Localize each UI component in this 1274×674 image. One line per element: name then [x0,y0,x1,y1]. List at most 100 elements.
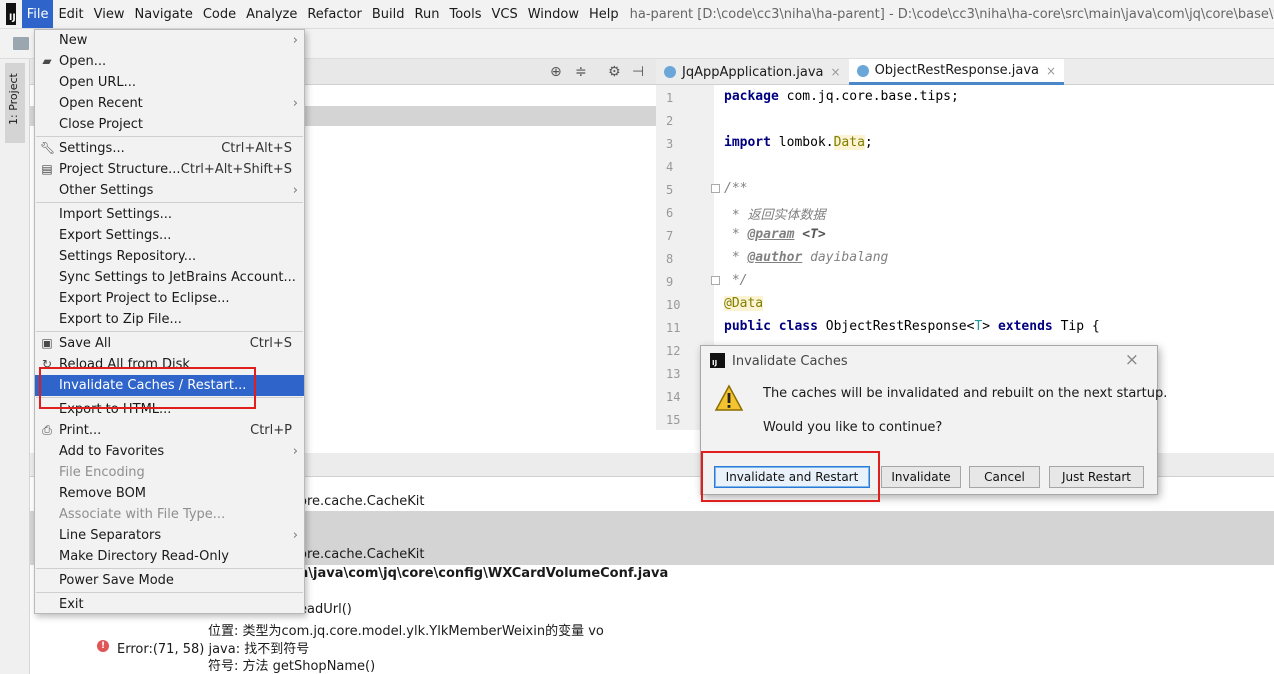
line-number: 12 [666,344,681,358]
menu-edit[interactable]: Edit [53,0,88,28]
menu-separator [36,202,303,203]
line-number: 8 [666,252,674,266]
save-all-icon: ▣ [41,336,53,350]
menu-item-add-favorites[interactable]: Add to Favorites › [35,441,304,462]
line-number: 4 [666,160,674,174]
menu-item-new[interactable]: New › [35,30,304,51]
collapse-all-icon[interactable]: ≑ [575,64,587,80]
code-line-9[interactable]: */ [724,273,748,288]
code-line-1[interactable]: package com.jq.core.base.tips; [724,89,959,104]
project-tool-tab[interactable]: 1: Project [5,63,25,143]
error-icon: ! [97,640,109,652]
menu-help[interactable]: Help [584,0,624,28]
menu-item-save-all[interactable]: ▣ Save All Ctrl+S [35,333,304,354]
code-line-7[interactable]: * @param <T> [724,227,826,242]
dialog-message: The caches will be invalidated and rebui… [763,386,1168,401]
submenu-arrow-icon: › [292,444,298,459]
menu-item-export-settings[interactable]: Export Settings... [35,225,304,246]
menu-analyze[interactable]: Analyze [241,0,302,28]
menu-code[interactable]: Code [198,0,241,28]
highlight-box-dialog-button [701,451,880,502]
line-number: 2 [666,114,674,128]
dialog-title: Invalidate Caches [732,354,848,369]
close-icon[interactable]: × [1125,350,1139,370]
message-file-path[interactable]: n\java\com\jq\core\config\WXCardVolumeCo… [299,566,668,581]
menu-item-power-save[interactable]: Power Save Mode [35,570,304,591]
line-number: 6 [666,206,674,220]
menu-item-import-settings[interactable]: Import Settings... [35,204,304,225]
fold-marker-icon[interactable] [711,184,720,193]
message-line[interactable]: 位置: 类型为com.jq.core.model.ylk.YlkMemberWe… [208,620,604,639]
submenu-arrow-icon: › [292,183,298,198]
tab-label: ObjectRestResponse.java [874,63,1040,78]
line-number: 5 [666,183,674,197]
menu-item-make-read-only[interactable]: Make Directory Read-Only [35,546,304,567]
project-tool-tab-label: 1: Project [7,73,20,125]
menu-separator [36,568,303,569]
invalidate-button[interactable]: Invalidate [881,466,961,488]
line-number: 14 [666,390,681,404]
tab-close-icon[interactable]: × [831,65,841,79]
window-title: ha-parent [D:\code\cc3\niha\ha-parent] -… [629,6,1274,22]
menu-refactor[interactable]: Refactor [302,0,367,28]
tab-objectrestresponse[interactable]: ObjectRestResponse.java × [848,59,1065,85]
menu-navigate[interactable]: Navigate [130,0,198,28]
line-number: 9 [666,275,674,289]
menu-item-project-structure[interactable]: ▤ Project Structure... Ctrl+Alt+Shift+S [35,159,304,180]
menu-vcs[interactable]: VCS [487,0,523,28]
fold-marker-icon[interactable] [711,276,720,285]
menu-build[interactable]: Build [367,0,410,28]
menu-item-export-zip[interactable]: Export to Zip File... [35,309,304,330]
code-line-5[interactable]: /** [724,181,747,196]
dialog-question: Would you like to continue? [763,420,943,435]
code-line-10[interactable]: @Data [724,296,764,311]
tab-close-icon[interactable]: × [1046,64,1056,78]
menu-item-open-url[interactable]: Open URL... [35,72,304,93]
project-folder-icon[interactable] [13,37,29,50]
menu-separator [36,592,303,593]
menu-item-line-separators[interactable]: Line Separators › [35,525,304,546]
menu-file[interactable]: File [21,0,54,28]
menu-separator [36,136,303,137]
menu-item-print[interactable]: ⎙ Print... Ctrl+P [35,420,304,441]
menu-tools[interactable]: Tools [444,0,486,28]
message-line[interactable]: eadUrl() [299,602,352,617]
java-class-icon [664,66,676,78]
menu-item-close-project[interactable]: Close Project [35,114,304,135]
menu-separator [36,331,303,332]
file-menu-dropdown: New › ▰ Open... Open URL... Open Recent › C… [34,29,305,614]
line-number: 15 [666,413,681,427]
menu-item-open[interactable]: ▰ Open... [35,51,304,72]
menu-item-remove-bom[interactable]: Remove BOM [35,483,304,504]
tab-jqappapplication[interactable]: JqAppApplication.java × [656,59,849,85]
menu-item-other-settings[interactable]: Other Settings › [35,180,304,201]
menu-item-settings[interactable]: 🔧︎ Settings... Ctrl+Alt+S [35,138,304,159]
code-line-3[interactable]: import lombok.Data; [724,135,873,150]
menu-item-open-recent[interactable]: Open Recent › [35,93,304,114]
folder-open-icon: ▰ [42,54,52,68]
menu-item-settings-repository[interactable]: Settings Repository... [35,246,304,267]
menu-run[interactable]: Run [410,0,445,28]
code-line-6[interactable]: * 返回实体数据 [724,204,826,223]
message-line[interactable]: ore.cache.CacheKit [299,547,424,562]
code-line-8[interactable]: * @author dayibalang [724,250,889,265]
message-line[interactable]: ore.cache.CacheKit [299,494,424,509]
gear-icon[interactable]: ⚙ [608,64,621,80]
cancel-button[interactable]: Cancel [969,466,1040,488]
menu-window[interactable]: Window [523,0,584,28]
message-line[interactable]: 符号: 方法 getShopName() [208,655,375,674]
menu-item-sync-settings[interactable]: Sync Settings to JetBrains Account... [35,267,304,288]
code-line-11[interactable]: public class ObjectRestResponse<T> exten… [724,319,1100,334]
just-restart-button[interactable]: Just Restart [1049,466,1144,488]
menu-item-associate-file-type: Associate with File Type... [59,507,226,522]
project-structure-icon: ▤ [41,162,53,176]
wrench-icon: 🔧︎ [40,141,56,155]
menu-item-export-eclipse[interactable]: Export Project to Eclipse... [35,288,304,309]
tab-label: JqAppApplication.java [682,64,824,80]
menu-view[interactable]: View [89,0,130,28]
menu-item-exit[interactable]: Exit [35,594,304,615]
hide-panel-icon[interactable]: ⊣ [632,64,644,80]
submenu-arrow-icon: › [292,96,298,111]
warning-icon [714,384,744,411]
locate-target-icon[interactable]: ⊕ [550,64,562,80]
